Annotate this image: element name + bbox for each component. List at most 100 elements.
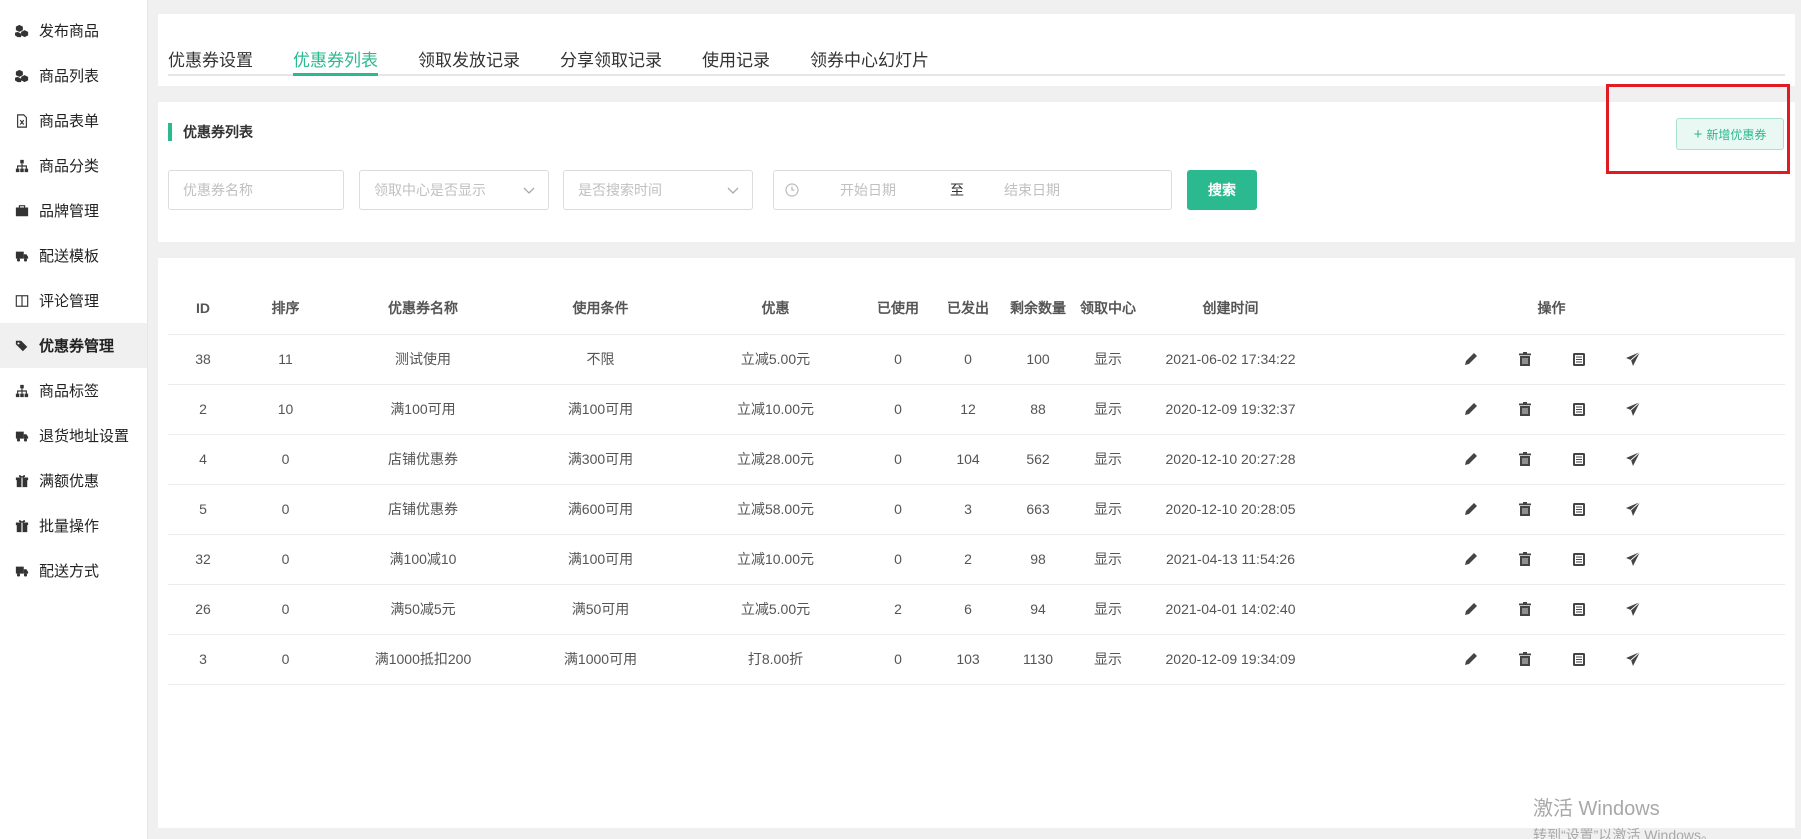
trash-icon[interactable] <box>1515 399 1535 419</box>
tab-4[interactable]: 使用记录 <box>702 32 770 74</box>
watermark-subtitle: 转到“设置”以激活 Windows。 <box>1533 827 1716 839</box>
sidebar-item-12[interactable]: 配送方式 <box>0 548 147 593</box>
row-actions <box>1461 649 1643 669</box>
cell-remaining: 88 <box>1003 384 1073 435</box>
watermark-title: 激活 Windows <box>1533 798 1660 820</box>
trash-icon[interactable] <box>1515 499 1535 519</box>
cell-name: 满100减10 <box>333 534 513 585</box>
clipboard-icon[interactable] <box>1569 599 1589 619</box>
cubes-icon <box>14 68 30 84</box>
trash-icon[interactable] <box>1515 349 1535 369</box>
clipboard-icon[interactable] <box>1569 399 1589 419</box>
cell-created: 2020-12-10 20:27:28 <box>1143 434 1318 485</box>
cell-center: 显示 <box>1073 484 1143 535</box>
cell-id: 26 <box>168 584 238 635</box>
edit-icon[interactable] <box>1461 649 1481 669</box>
send-icon[interactable] <box>1623 599 1643 619</box>
table-card: ID 排序 优惠券名称 使用条件 优惠 已使用 已发出 剩余数量 领取中心 创建时间 操作 38 11… <box>158 258 1795 828</box>
column-header: 操作 <box>1318 282 1785 335</box>
trash-icon[interactable] <box>1515 549 1535 569</box>
row-actions <box>1461 549 1643 569</box>
coupon-name-input[interactable]: 优惠券名称 <box>168 170 344 210</box>
sidebar-item-8[interactable]: 商品标签 <box>0 368 147 413</box>
cell-issued: 6 <box>933 584 1003 635</box>
sidebar-item-label: 配送方式 <box>39 563 100 580</box>
cell-sort: 0 <box>238 434 333 485</box>
cell-remaining: 562 <box>1003 434 1073 485</box>
send-icon[interactable] <box>1623 649 1643 669</box>
sidebar-item-9[interactable]: 退货地址设置 <box>0 413 147 458</box>
windows-activation-watermark: 激活 Windows 转到“设置”以激活 Windows。 <box>1533 792 1715 839</box>
sidebar-item-0[interactable]: 发布商品 <box>0 8 147 53</box>
cell-center: 显示 <box>1073 384 1143 435</box>
cell-actions <box>1318 334 1785 385</box>
cell-created: 2020-12-09 19:32:37 <box>1143 384 1318 435</box>
tab-5[interactable]: 领券中心幻灯片 <box>810 32 929 74</box>
column-header: 领取中心 <box>1073 282 1143 335</box>
sidebar-item-1[interactable]: 商品列表 <box>0 53 147 98</box>
date-range-picker[interactable]: 开始日期 至 结束日期 <box>773 170 1172 210</box>
edit-icon[interactable] <box>1461 599 1481 619</box>
sidebar-item-4[interactable]: 品牌管理 <box>0 188 147 233</box>
cell-issued: 104 <box>933 434 1003 485</box>
cell-id: 3 <box>168 634 238 685</box>
sidebar-item-10[interactable]: 满额优惠 <box>0 458 147 503</box>
tab-2[interactable]: 领取发放记录 <box>418 32 520 74</box>
cell-issued: 0 <box>933 334 1003 385</box>
center-display-select[interactable]: 领取中心是否显示 <box>359 170 549 210</box>
clipboard-icon[interactable] <box>1569 349 1589 369</box>
sidebar-item-7[interactable]: 优惠券管理 <box>0 323 147 368</box>
clipboard-icon[interactable] <box>1569 499 1589 519</box>
send-icon[interactable] <box>1623 399 1643 419</box>
trash-icon[interactable] <box>1515 449 1535 469</box>
send-icon[interactable] <box>1623 349 1643 369</box>
cell-discount: 立减10.00元 <box>688 384 863 435</box>
tab-0[interactable]: 优惠券设置 <box>168 32 253 74</box>
sidebar-item-6[interactable]: 评论管理 <box>0 278 147 323</box>
clipboard-icon[interactable] <box>1569 449 1589 469</box>
edit-icon[interactable] <box>1461 549 1481 569</box>
truck-icon <box>14 563 30 579</box>
sidebar-item-label: 商品列表 <box>39 68 100 85</box>
cell-discount: 立减58.00元 <box>688 484 863 535</box>
sidebar-item-label: 品牌管理 <box>39 203 100 220</box>
column-header: 优惠券名称 <box>333 282 513 335</box>
column-header: 排序 <box>238 282 333 335</box>
trash-icon[interactable] <box>1515 599 1535 619</box>
section-title: 优惠券列表 <box>168 123 253 141</box>
coupon-name-placeholder: 优惠券名称 <box>183 182 253 198</box>
tab-3[interactable]: 分享领取记录 <box>560 32 662 74</box>
cell-actions <box>1318 434 1785 485</box>
sidebar-item-5[interactable]: 配送模板 <box>0 233 147 278</box>
trash-icon[interactable] <box>1515 649 1535 669</box>
edit-icon[interactable] <box>1461 449 1481 469</box>
filter-card: 优惠券列表 + 新增优惠券 优惠券名称 领取中心是否显示 是否搜索时间 开始日期… <box>158 102 1795 242</box>
edit-icon[interactable] <box>1461 499 1481 519</box>
send-icon[interactable] <box>1623 449 1643 469</box>
cell-center: 显示 <box>1073 634 1143 685</box>
search-button[interactable]: 搜索 <box>1187 170 1257 210</box>
column-header: 已使用 <box>863 282 933 335</box>
sidebar-item-11[interactable]: 批量操作 <box>0 503 147 548</box>
edit-icon[interactable] <box>1461 349 1481 369</box>
send-icon[interactable] <box>1623 549 1643 569</box>
sidebar-item-2[interactable]: 商品表单 <box>0 98 147 143</box>
send-icon[interactable] <box>1623 499 1643 519</box>
row-actions <box>1461 499 1643 519</box>
cell-actions <box>1318 584 1785 635</box>
cell-actions <box>1318 384 1785 435</box>
cell-actions <box>1318 484 1785 535</box>
table-header-row: ID 排序 优惠券名称 使用条件 优惠 已使用 已发出 剩余数量 领取中心 创建时间 操作 <box>168 282 1785 335</box>
search-time-select[interactable]: 是否搜索时间 <box>563 170 753 210</box>
tab-1[interactable]: 优惠券列表 <box>293 32 378 76</box>
clipboard-icon[interactable] <box>1569 649 1589 669</box>
sidebar-item-3[interactable]: 商品分类 <box>0 143 147 188</box>
clipboard-icon[interactable] <box>1569 549 1589 569</box>
truck-icon <box>14 428 30 444</box>
edit-icon[interactable] <box>1461 399 1481 419</box>
sidebar-item-label: 商品表单 <box>39 113 100 130</box>
cell-remaining: 100 <box>1003 334 1073 385</box>
cell-sort: 10 <box>238 384 333 435</box>
cell-id: 4 <box>168 434 238 485</box>
table-row: 3 0 满1000抵扣200 满1000可用 打8.00折 0 103 1130 显示 2020-… <box>168 634 1785 685</box>
